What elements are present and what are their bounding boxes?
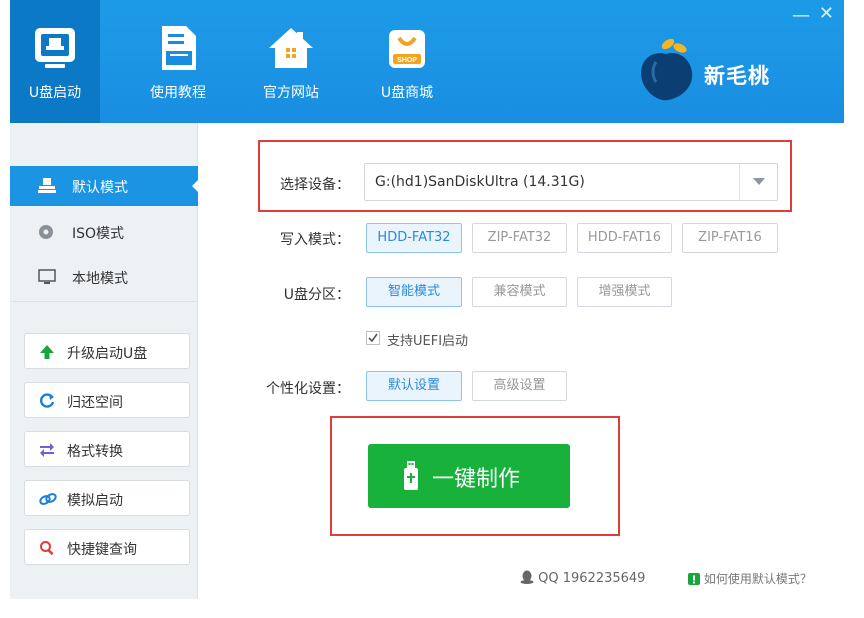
sidebar-item-default-mode[interactable]: 默认模式 [10, 166, 199, 206]
simulate-boot-button[interactable]: 模拟启动 [24, 480, 190, 516]
nav-tutorial[interactable]: 使用教程 [133, 0, 223, 123]
tool-label: 格式转换 [67, 444, 123, 460]
peach-logo-icon [641, 38, 693, 101]
help-link-text: 如何使用默认模式？ [703, 572, 812, 586]
device-label: 选择设备： [280, 177, 350, 193]
nav-usb-boot-label: U盘启动 [28, 85, 82, 101]
shop-bag-icon: SHOP [385, 24, 429, 76]
qq-penguin-icon [520, 570, 534, 584]
write-option-hdd-fat32[interactable]: HDD-FAT32 [366, 223, 462, 253]
format-convert-button[interactable]: 格式转换 [24, 431, 190, 467]
usb-boot-icon [31, 24, 79, 76]
sidebar-item-label: 本地模式 [72, 271, 128, 287]
hotkey-query-button[interactable]: 快捷键查询 [24, 529, 190, 565]
partition-label: U盘分区： [283, 287, 350, 303]
close-button[interactable]: ✕ [819, 3, 834, 24]
tool-label: 升级启动U盘 [67, 346, 148, 362]
minimize-button[interactable]: — [792, 5, 810, 26]
checkmark-icon [368, 333, 378, 343]
nav-official-site[interactable]: 官方网站 [246, 0, 336, 123]
tool-label: 模拟启动 [67, 493, 123, 509]
usb-drive-icon [402, 461, 420, 495]
write-option-hdd-fat16[interactable]: HDD-FAT16 [577, 223, 672, 253]
top-header: U盘启动 使用教程 官方网站 SHOP U盘商城 — ✕ 新毛桃 [10, 0, 844, 123]
svg-text:SHOP: SHOP [397, 57, 417, 64]
swap-icon [39, 442, 55, 462]
partition-option-compatible[interactable]: 兼容模式 [472, 277, 567, 307]
document-icon [156, 24, 200, 76]
link-icon [39, 491, 57, 511]
write-option-zip-fat32[interactable]: ZIP-FAT32 [472, 223, 567, 253]
disc-icon [38, 224, 54, 244]
search-icon [39, 540, 55, 560]
help-icon [688, 573, 700, 585]
nav-usb-boot[interactable]: U盘启动 [10, 0, 100, 123]
make-button-label: 一键制作 [432, 467, 521, 492]
nav-usb-shop[interactable]: SHOP U盘商城 [362, 0, 452, 123]
nav-usb-shop-label: U盘商城 [380, 85, 434, 101]
sidebar-item-label: ISO模式 [72, 226, 125, 242]
brand-logo: 新毛桃 [634, 34, 834, 106]
nav-tutorial-label: 使用教程 [150, 85, 206, 101]
help-link[interactable]: 如何使用默认模式？ [688, 570, 812, 587]
partition-option-smart[interactable]: 智能模式 [366, 277, 462, 307]
partition-option-enhanced[interactable]: 增强模式 [577, 277, 672, 307]
restore-space-button[interactable]: 归还空间 [24, 382, 190, 418]
write-mode-label: 写入模式： [280, 232, 350, 248]
tool-label: 快捷键查询 [67, 542, 137, 558]
brand-name: 新毛桃 [704, 64, 770, 88]
tool-label: 归还空间 [67, 395, 123, 411]
refresh-icon [39, 393, 55, 413]
monitor-icon [38, 269, 56, 289]
sidebar-item-local-mode[interactable]: 本地模式 [10, 257, 198, 297]
sidebar-divider [10, 301, 198, 302]
home-icon [267, 24, 315, 76]
device-select[interactable]: G:(hd1)SanDiskUltra (14.31G) [364, 163, 778, 201]
one-click-make-button[interactable]: 一键制作 [368, 444, 570, 508]
sidebar-item-iso-mode[interactable]: ISO模式 [10, 212, 198, 252]
qq-contact: QQ 1962235649 [520, 570, 645, 586]
personal-option-default[interactable]: 默认设置 [366, 371, 462, 401]
chevron-down-icon [753, 178, 765, 185]
default-mode-icon [38, 178, 56, 198]
uefi-checkbox[interactable] [366, 331, 380, 345]
sidebar-item-label: 默认模式 [72, 180, 128, 196]
personalization-label: 个性化设置： [266, 381, 350, 397]
qq-number: QQ 1962235649 [538, 571, 646, 586]
write-option-zip-fat16[interactable]: ZIP-FAT16 [682, 223, 778, 253]
uefi-checkbox-label[interactable]: 支持UEFI启动 [387, 330, 468, 349]
device-select-value: G:(hd1)SanDiskUltra (14.31G) [375, 174, 585, 190]
nav-official-site-label: 官方网站 [263, 85, 319, 101]
dropdown-toggle[interactable] [739, 164, 777, 200]
personal-option-advanced[interactable]: 高级设置 [472, 371, 567, 401]
sidebar: 默认模式 ISO模式 本地模式 升级启动U盘 归还空间 格式转换 模拟启动 快捷… [10, 123, 199, 599]
upgrade-usb-button[interactable]: 升级启动U盘 [24, 333, 190, 369]
arrow-up-icon [39, 344, 55, 364]
